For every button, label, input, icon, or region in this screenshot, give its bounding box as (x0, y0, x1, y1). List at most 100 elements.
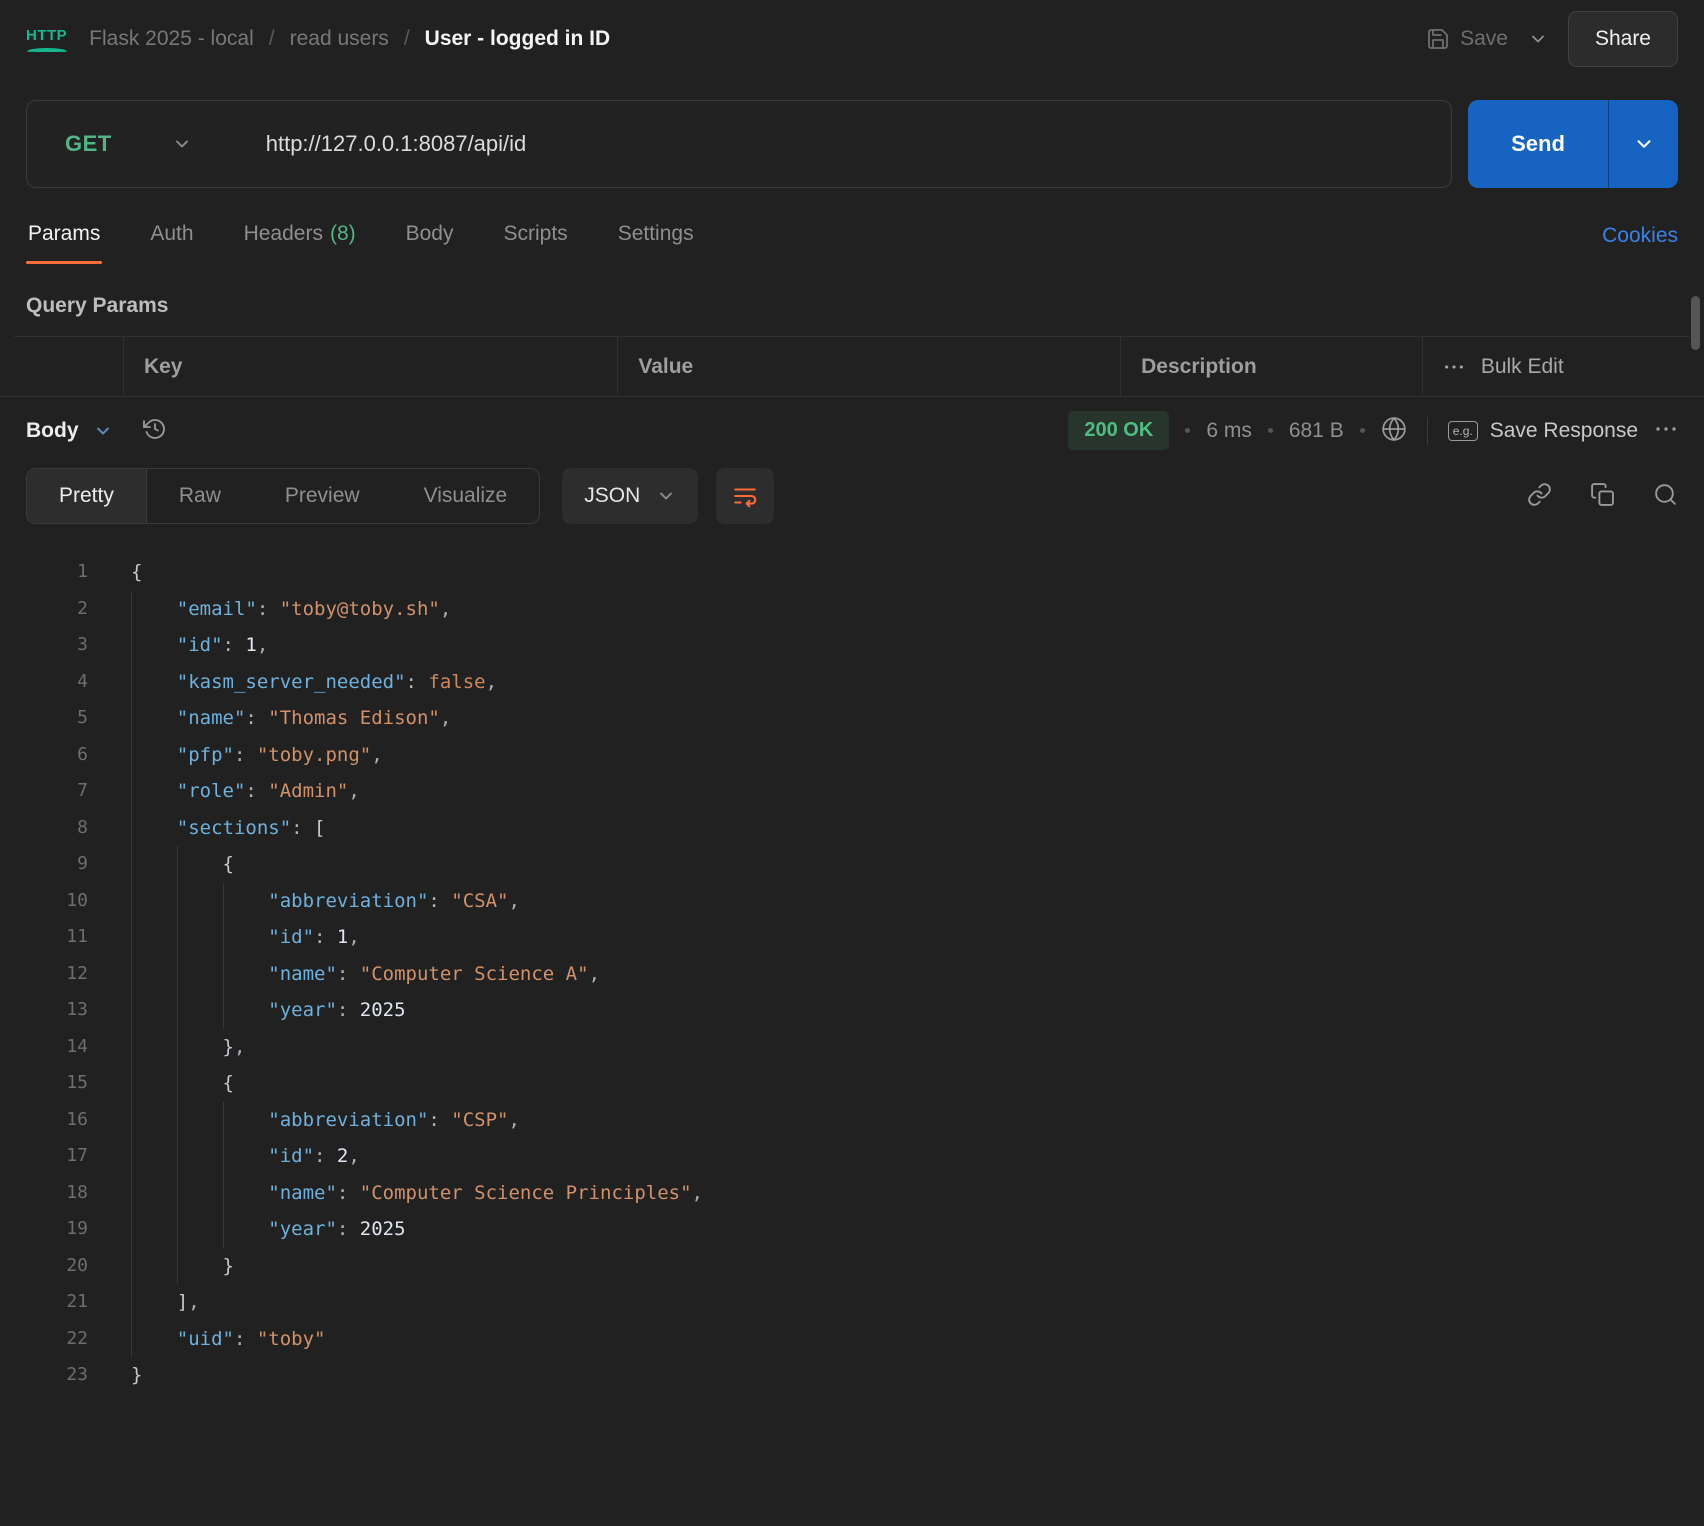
indent-guide (131, 1102, 177, 1139)
indent-guide (131, 627, 177, 664)
response-more-actions-button[interactable] (1654, 417, 1678, 444)
column-description: Description (1120, 337, 1422, 397)
tab-body[interactable]: Body (404, 208, 456, 264)
save-button[interactable]: Save (1426, 27, 1508, 51)
indent-guide (177, 1175, 223, 1212)
select-all-cell (14, 337, 123, 397)
code-line: 23} (0, 1357, 1704, 1394)
indent-guide (223, 1102, 269, 1139)
code-lines: 1{2"email": "toby@toby.sh",3"id": 1,4"ka… (0, 554, 1704, 1394)
line-number: 15 (0, 1065, 88, 1102)
tab-auth[interactable]: Auth (148, 208, 195, 264)
tab-settings[interactable]: Settings (616, 208, 696, 264)
bulk-edit-button[interactable]: Bulk Edit (1422, 337, 1690, 397)
indent-guide (177, 1102, 223, 1139)
line-number: 3 (0, 627, 88, 664)
tab-headers[interactable]: Headers(8) (242, 208, 358, 264)
indent-guide (131, 773, 177, 810)
more-options-icon (1654, 417, 1678, 441)
format-select[interactable]: JSON (562, 468, 698, 524)
example-badge-icon: e.g. (1448, 421, 1478, 441)
status-badge: 200 OK (1068, 411, 1169, 450)
indent-guide (131, 737, 177, 774)
line-number: 4 (0, 664, 88, 701)
indent-guide (131, 1284, 177, 1321)
code-line: 3"id": 1, (0, 627, 1704, 664)
response-history-button[interactable] (143, 417, 167, 444)
indent-guide (177, 1138, 223, 1175)
dot-separator (1185, 428, 1190, 433)
wrap-lines-button[interactable] (716, 468, 774, 524)
cookies-link[interactable]: Cookies (1602, 224, 1678, 264)
code-line: 2"email": "toby@toby.sh", (0, 591, 1704, 628)
indent-guide (223, 1211, 269, 1248)
line-number: 2 (0, 591, 88, 628)
response-time: 6 ms (1206, 419, 1252, 443)
save-response-label: Save Response (1490, 419, 1638, 443)
indent-guide (223, 1138, 269, 1175)
tab-scripts[interactable]: Scripts (502, 208, 570, 264)
code-line: 13"year": 2025 (0, 992, 1704, 1029)
indent-guide (177, 883, 223, 920)
request-tabs: Params Auth Headers(8) Body Scripts Sett… (0, 208, 1704, 264)
indent-guide (131, 664, 177, 701)
indent-guide (177, 1065, 223, 1102)
indent-guide (131, 810, 177, 847)
line-number: 5 (0, 700, 88, 737)
chevron-down-icon (172, 134, 192, 154)
url-input[interactable] (220, 131, 1451, 157)
indent-guide (223, 919, 269, 956)
line-number: 1 (0, 554, 88, 591)
code-line: 15{ (0, 1065, 1704, 1102)
code-line: 17"id": 2, (0, 1138, 1704, 1175)
view-tab-preview[interactable]: Preview (253, 469, 392, 523)
history-icon (143, 417, 167, 441)
indent-guide (223, 1175, 269, 1212)
response-body-dropdown[interactable]: Body (26, 419, 113, 443)
response-toolbar: Pretty Raw Preview Visualize JSON (0, 460, 1704, 538)
network-info-button[interactable] (1381, 416, 1407, 445)
copy-body-button[interactable] (1590, 482, 1615, 510)
save-response-button[interactable]: e.g. Save Response (1448, 419, 1638, 443)
line-number: 9 (0, 846, 88, 883)
breadcrumb-separator: / (404, 27, 410, 51)
indent-guide (223, 992, 269, 1029)
code-line: 11"id": 1, (0, 919, 1704, 956)
indent-guide (131, 1065, 177, 1102)
http-request-icon[interactable]: HTTP (26, 27, 67, 52)
view-tab-visualize[interactable]: Visualize (392, 469, 540, 523)
scrollbar-thumb[interactable] (1691, 296, 1700, 350)
send-button[interactable]: Send (1468, 100, 1608, 188)
indent-guide (131, 1321, 177, 1358)
view-tab-pretty[interactable]: Pretty (27, 469, 147, 523)
breadcrumb: Flask 2025 - local / read users / User -… (89, 27, 610, 51)
url-box: GET (26, 100, 1452, 188)
indent-guide (131, 591, 177, 628)
breadcrumb-collection[interactable]: read users (290, 27, 389, 51)
response-view-switcher: Pretty Raw Preview Visualize (26, 468, 540, 524)
view-tab-raw[interactable]: Raw (147, 469, 253, 523)
method-select[interactable]: GET (27, 131, 220, 157)
tab-params[interactable]: Params (26, 208, 102, 264)
indent-guide (223, 956, 269, 993)
search-icon (1653, 482, 1678, 507)
response-body-label: Body (26, 419, 79, 443)
indent-guide (223, 883, 269, 920)
save-icon (1426, 27, 1450, 51)
bulk-edit-label: Bulk Edit (1481, 355, 1564, 379)
response-panel: Body 200 OK 6 ms 681 B e.g. (0, 396, 1704, 1394)
response-code-viewer[interactable]: 1{2"email": "toby@toby.sh",3"id": 1,4"ka… (0, 538, 1704, 1394)
breadcrumb-workspace[interactable]: Flask 2025 - local (89, 27, 254, 51)
line-number: 21 (0, 1284, 88, 1321)
line-number: 16 (0, 1102, 88, 1139)
indent-guide (131, 1138, 177, 1175)
breadcrumb-request-name[interactable]: User - logged in ID (425, 27, 611, 51)
headers-count-badge: (8) (330, 222, 356, 245)
indent-guide (131, 883, 177, 920)
indent-guide (131, 1211, 177, 1248)
search-body-button[interactable] (1653, 482, 1678, 510)
copy-link-button[interactable] (1527, 482, 1552, 510)
send-options-button[interactable] (1608, 100, 1678, 188)
save-options-button[interactable] (1528, 29, 1548, 49)
share-button[interactable]: Share (1568, 11, 1678, 67)
